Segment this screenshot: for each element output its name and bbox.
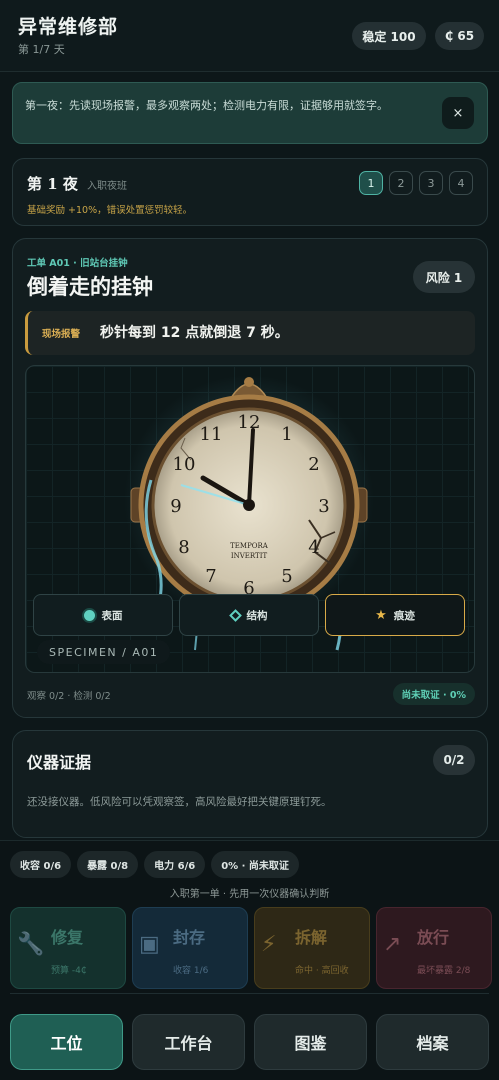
- risk-badge: 风险 1: [413, 261, 475, 293]
- tab-archive[interactable]: 档案: [376, 1014, 489, 1070]
- stability-chip: 稳定 100: [352, 22, 426, 50]
- svg-text:8: 8: [178, 537, 189, 558]
- view-surface-button[interactable]: 表面: [33, 594, 173, 636]
- seal-sub: 收容 1/6: [173, 966, 209, 976]
- tab-workstation[interactable]: 工位: [10, 1014, 123, 1070]
- view-structure-label: 结构: [246, 609, 268, 622]
- evidence-count: 0/2: [433, 745, 475, 775]
- seal-button[interactable]: ▣ 封存 收容 1/6: [132, 907, 248, 989]
- svg-text:11: 11: [200, 424, 223, 445]
- field-alarm-text: 秒针每到 12 点就倒退 7 秒。: [100, 325, 289, 341]
- evidence-status-badge: 尚未取证 · 0%: [392, 683, 475, 705]
- night-page-4[interactable]: 4: [449, 171, 473, 195]
- night-bonus: 基础奖励 +10%，错误处置惩罚较轻。: [27, 205, 193, 216]
- specimen-viewer[interactable]: 12 1 2 3 4 5 6 7 8 9 10 11 TEMPORA INVER…: [25, 365, 475, 673]
- repair-sub: 预算 -4₵: [51, 966, 87, 976]
- night-title: 第 1 夜: [27, 175, 78, 193]
- night-panel: 第 1 夜 入职夜班 基础奖励 +10%，错误处置惩罚较轻。 1 2 3 4: [12, 158, 488, 226]
- app-title: 异常维修部: [18, 16, 119, 38]
- svg-text:1: 1: [281, 424, 292, 445]
- svg-text:9: 9: [170, 496, 181, 517]
- containment-stat: 收容 0/6: [10, 851, 72, 878]
- work-order-tag: 工单 A01 · 旧站台挂钟: [27, 258, 128, 269]
- power-stat: 电力 6/6: [144, 851, 206, 878]
- view-surface-label: 表面: [101, 609, 123, 622]
- notice-text: 第一夜：先读现场报警，最多观察两处；检测电力有限，证据够用就签字。: [25, 99, 388, 112]
- release-button[interactable]: ↗ 放行 最坏暴露 2/8: [376, 907, 492, 989]
- work-order-card: 工单 A01 · 旧站台挂钟 倒着走的挂钟 风险 1 现场报警 秒针每到 12 …: [12, 238, 488, 718]
- release-title: 放行: [417, 928, 450, 947]
- exposure-stat: 暴露 0/8: [77, 851, 139, 878]
- app-header: 异常维修部 第 1/7 天 稳定 100 ₵ 65: [0, 0, 499, 72]
- night-subtitle: 入职夜班: [87, 181, 127, 192]
- dismantle-sub: 命中 · 高回收: [295, 966, 349, 976]
- view-traces-label: 痕迹: [393, 609, 415, 622]
- circle-icon: [83, 609, 95, 621]
- dismantle-button[interactable]: ⚡ 拆解 命中 · 高回收: [254, 907, 370, 989]
- instrument-evidence-panel: 仪器证据 0/2 还没接仪器。低风险可以凭观察签，高风险最好把关键原理钉死。: [12, 730, 488, 838]
- svg-text:12: 12: [238, 412, 261, 433]
- field-alarm-label: 现场报警: [42, 329, 81, 340]
- bottom-tab-bar: 工位 工作台 图鉴 档案: [0, 1004, 499, 1080]
- seal-title: 封存: [173, 928, 206, 947]
- svg-text:3: 3: [318, 496, 329, 517]
- svg-text:4: 4: [308, 537, 319, 558]
- diamond-icon: [228, 608, 242, 622]
- night-page-2[interactable]: 2: [389, 171, 413, 195]
- disposition-actions: 🔧 修复 预算 -4₵ ▣ 封存 收容 1/6 ⚡ 拆解 命中 · 高回收 ↗ …: [10, 907, 492, 989]
- view-structure-button[interactable]: 结构: [179, 594, 319, 636]
- field-alarm: 现场报警 秒针每到 12 点就倒退 7 秒。: [25, 311, 475, 355]
- evidence-title: 仪器证据: [27, 753, 92, 772]
- star-icon: ★: [375, 607, 387, 623]
- work-order-title: 倒着走的挂钟: [27, 274, 153, 299]
- svg-text:2: 2: [308, 454, 319, 475]
- clock-inscription-2: INVERTIT: [231, 552, 268, 560]
- tutorial-notice: 第一夜：先读现场报警，最多观察两处；检测电力有限，证据够用就签字。 ×: [12, 82, 488, 144]
- clock-inscription-1: TEMPORA: [230, 542, 269, 550]
- evidence-stat: 0% · 尚未取证: [211, 851, 299, 878]
- notice-close-button[interactable]: ×: [442, 97, 474, 129]
- night-page-1[interactable]: 1: [359, 171, 383, 195]
- wrench-icon: 🔧: [17, 932, 45, 957]
- view-traces-button[interactable]: ★ 痕迹: [325, 594, 465, 636]
- view-selector: 表面 结构 ★ 痕迹: [33, 594, 465, 636]
- svg-text:7: 7: [205, 566, 216, 587]
- arrow-icon: ↗: [383, 932, 402, 957]
- observation-meta: 观察 0/2 · 检测 0/2: [27, 691, 111, 702]
- day-counter: 第 1/7 天: [18, 43, 65, 56]
- repair-title: 修复: [51, 928, 84, 947]
- svg-text:10: 10: [173, 454, 196, 475]
- evidence-hint: 还没接仪器。低风险可以凭观察签，高风险最好把关键原理钉死。: [27, 796, 332, 808]
- dismantle-title: 拆解: [295, 928, 328, 947]
- night-page-3[interactable]: 3: [419, 171, 443, 195]
- specimen-label: SPECIMEN / A01: [37, 640, 171, 664]
- tab-codex[interactable]: 图鉴: [254, 1014, 367, 1070]
- release-sub: 最坏暴露 2/8: [417, 966, 471, 976]
- night-pager: 1 2 3 4: [359, 171, 473, 195]
- container-icon: ▣: [139, 932, 160, 957]
- lightning-icon: ⚡: [261, 932, 277, 957]
- status-chips: 收容 0/6 暴露 0/8 电力 6/6 0% · 尚未取证: [10, 851, 299, 878]
- svg-text:5: 5: [281, 566, 292, 587]
- action-hint: 入职第一单 · 先用一次仪器确认判断: [169, 889, 330, 900]
- repair-button[interactable]: 🔧 修复 预算 -4₵: [10, 907, 126, 989]
- tab-workbench[interactable]: 工作台: [132, 1014, 245, 1070]
- credits-chip: ₵ 65: [435, 22, 484, 50]
